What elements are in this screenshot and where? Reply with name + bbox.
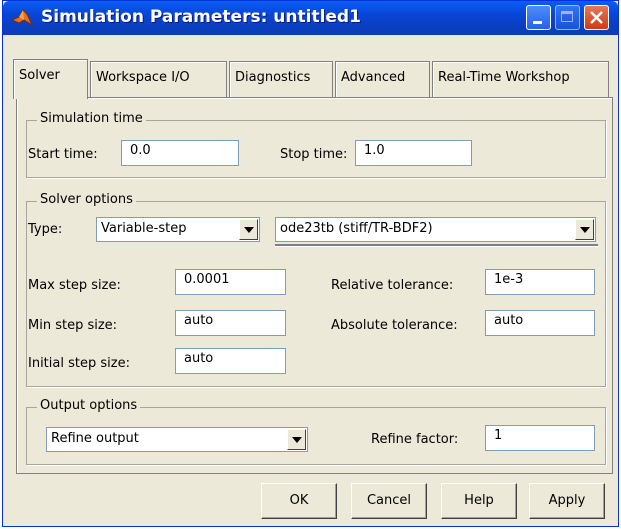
max-step-label: Max step size: [28,278,121,293]
dropdown-value: ode23tb (stiff/TR-BDF2) [280,221,433,236]
min-step-field[interactable] [175,310,286,336]
chevron-down-icon[interactable] [575,219,594,240]
relative-tolerance-field[interactable] [485,269,595,295]
window-title: Simulation Parameters: untitled1 [41,7,361,27]
tab-label: Diagnostics [235,70,311,85]
dropdown-value: Refine output [51,431,139,446]
matlab-logo-icon [10,8,34,28]
solver-type-dropdown[interactable]: Variable-step [96,217,260,242]
ok-button[interactable]: OK [261,483,337,519]
tab-diagnostics[interactable]: Diagnostics [229,61,333,97]
minimize-icon [533,21,542,24]
tab-label: Real-Time Workshop [438,70,570,85]
cancel-button[interactable]: Cancel [351,483,427,519]
absolute-tolerance-label: Absolute tolerance: [331,318,458,333]
tab-label: Workspace I/O [96,70,190,85]
chevron-down-icon[interactable] [287,429,306,450]
start-time-field[interactable] [121,140,239,166]
absolute-tolerance-input[interactable] [494,313,586,328]
type-label: Type: [28,222,63,237]
close-icon [590,11,603,24]
stop-time-input[interactable] [364,143,463,158]
initial-step-input[interactable] [184,351,277,366]
tab-advanced[interactable]: Advanced [335,61,430,97]
group-title: Solver options [37,192,136,207]
apply-button[interactable]: Apply [529,483,605,519]
simulation-parameters-dialog: Simulation Parameters: untitled1 Solver … [2,0,619,527]
minimize-button[interactable] [526,5,551,30]
close-button[interactable] [584,5,609,30]
tab-real-time-workshop[interactable]: Real-Time Workshop [432,61,609,97]
max-step-field[interactable] [175,269,286,295]
stop-time-label: Stop time: [280,147,348,162]
relative-tolerance-input[interactable] [494,272,586,287]
tab-label: Advanced [341,70,406,85]
tab-solver[interactable]: Solver [13,59,88,99]
min-step-input[interactable] [184,313,277,328]
divider [275,244,598,247]
initial-step-field[interactable] [175,348,286,374]
maximize-button[interactable] [555,5,580,30]
group-title: Simulation time [37,111,146,126]
initial-step-label: Initial step size: [28,356,130,371]
title-bar[interactable]: Simulation Parameters: untitled1 [3,1,618,35]
relative-tolerance-label: Relative tolerance: [331,278,454,293]
refine-factor-label: Refine factor: [371,432,459,447]
min-step-label: Min step size: [28,318,118,333]
chevron-down-icon[interactable] [239,219,258,240]
help-button[interactable]: Help [441,483,517,519]
refine-factor-field[interactable] [485,425,595,451]
max-step-input[interactable] [184,272,277,287]
absolute-tolerance-field[interactable] [485,310,595,336]
stop-time-field[interactable] [355,140,472,166]
tab-workspace-io[interactable]: Workspace I/O [90,61,227,97]
start-time-input[interactable] [130,143,230,158]
start-time-label: Start time: [28,147,98,162]
refine-factor-input[interactable] [494,428,586,443]
solver-method-dropdown[interactable]: ode23tb (stiff/TR-BDF2) [275,217,596,242]
output-mode-dropdown[interactable]: Refine output [46,427,308,452]
dropdown-value: Variable-step [101,221,187,236]
tab-label: Solver [19,68,60,83]
group-title: Output options [37,398,141,413]
maximize-icon [561,11,573,22]
